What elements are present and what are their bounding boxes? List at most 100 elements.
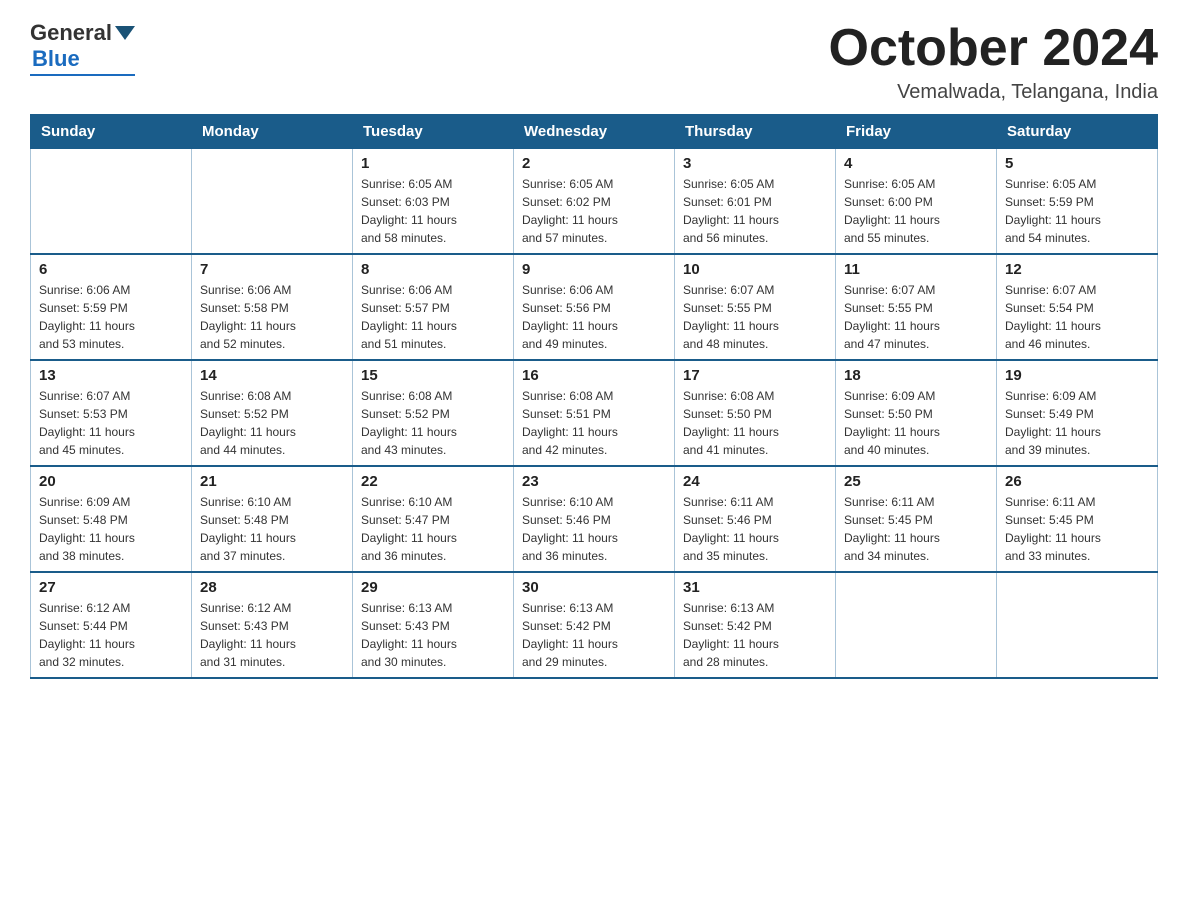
day-info: Sunrise: 6:06 AMSunset: 5:58 PMDaylight:… bbox=[200, 281, 344, 353]
day-number: 1 bbox=[361, 155, 505, 172]
calendar-cell: 14 Sunrise: 6:08 AMSunset: 5:52 PMDayligh… bbox=[192, 360, 353, 466]
calendar-cell: 18 Sunrise: 6:09 AMSunset: 5:50 PMDayligh… bbox=[836, 360, 997, 466]
day-number: 6 bbox=[39, 261, 183, 278]
calendar-cell: 7 Sunrise: 6:06 AMSunset: 5:58 PMDaylight… bbox=[192, 254, 353, 360]
logo-blue-text: Blue bbox=[32, 46, 80, 72]
calendar-body: 1 Sunrise: 6:05 AMSunset: 6:03 PMDaylight… bbox=[31, 149, 1158, 679]
calendar-cell: 27Sunrise: 6:12 AMSunset: 5:44 PMDayligh… bbox=[31, 572, 192, 678]
calendar-cell: 25 Sunrise: 6:11 AMSunset: 5:45 PMDayligh… bbox=[836, 466, 997, 572]
calendar-cell bbox=[836, 572, 997, 678]
day-number: 20 bbox=[39, 473, 183, 490]
day-number: 18 bbox=[844, 367, 988, 384]
day-number: 3 bbox=[683, 155, 827, 172]
day-info: Sunrise: 6:10 AMSunset: 5:46 PMDaylight:… bbox=[522, 493, 666, 565]
day-number: 16 bbox=[522, 367, 666, 384]
day-info: Sunrise: 6:07 AMSunset: 5:54 PMDaylight:… bbox=[1005, 281, 1149, 353]
day-number: 21 bbox=[200, 473, 344, 490]
day-number: 19 bbox=[1005, 367, 1149, 384]
day-of-week-thursday: Thursday bbox=[675, 115, 836, 149]
day-info: Sunrise: 6:13 AMSunset: 5:43 PMDaylight:… bbox=[361, 599, 505, 671]
day-info: Sunrise: 6:08 AMSunset: 5:52 PMDaylight:… bbox=[200, 387, 344, 459]
calendar-week-2: 6 Sunrise: 6:06 AMSunset: 5:59 PMDaylight… bbox=[31, 254, 1158, 360]
day-of-week-friday: Friday bbox=[836, 115, 997, 149]
day-info: Sunrise: 6:08 AMSunset: 5:52 PMDaylight:… bbox=[361, 387, 505, 459]
day-number: 4 bbox=[844, 155, 988, 172]
calendar-cell bbox=[31, 149, 192, 255]
day-number: 29 bbox=[361, 579, 505, 596]
day-info: Sunrise: 6:05 AMSunset: 5:59 PMDaylight:… bbox=[1005, 175, 1149, 247]
page-header: General Blue October 2024 Vemalwada, Tel… bbox=[30, 20, 1158, 104]
day-number: 12 bbox=[1005, 261, 1149, 278]
calendar-cell: 9Sunrise: 6:06 AMSunset: 5:56 PMDaylight… bbox=[514, 254, 675, 360]
day-info: Sunrise: 6:11 AMSunset: 5:45 PMDaylight:… bbox=[1005, 493, 1149, 565]
day-of-week-wednesday: Wednesday bbox=[514, 115, 675, 149]
day-number: 25 bbox=[844, 473, 988, 490]
day-number: 17 bbox=[683, 367, 827, 384]
calendar-cell: 29 Sunrise: 6:13 AMSunset: 5:43 PMDayligh… bbox=[353, 572, 514, 678]
calendar-cell: 15 Sunrise: 6:08 AMSunset: 5:52 PMDayligh… bbox=[353, 360, 514, 466]
day-info: Sunrise: 6:10 AMSunset: 5:48 PMDaylight:… bbox=[200, 493, 344, 565]
days-of-week-row: SundayMondayTuesdayWednesdayThursdayFrid… bbox=[31, 115, 1158, 149]
calendar-cell: 6 Sunrise: 6:06 AMSunset: 5:59 PMDaylight… bbox=[31, 254, 192, 360]
calendar-cell: 10 Sunrise: 6:07 AMSunset: 5:55 PMDayligh… bbox=[675, 254, 836, 360]
day-info: Sunrise: 6:12 AMSunset: 5:44 PMDaylight:… bbox=[39, 599, 183, 671]
day-number: 10 bbox=[683, 261, 827, 278]
day-info: Sunrise: 6:13 AMSunset: 5:42 PMDaylight:… bbox=[683, 599, 827, 671]
calendar-cell: 3 Sunrise: 6:05 AMSunset: 6:01 PMDaylight… bbox=[675, 149, 836, 255]
day-info: Sunrise: 6:07 AMSunset: 5:53 PMDaylight:… bbox=[39, 387, 183, 459]
day-info: Sunrise: 6:06 AMSunset: 5:59 PMDaylight:… bbox=[39, 281, 183, 353]
calendar-cell: 28Sunrise: 6:12 AMSunset: 5:43 PMDayligh… bbox=[192, 572, 353, 678]
day-number: 14 bbox=[200, 367, 344, 384]
calendar-cell: 13 Sunrise: 6:07 AMSunset: 5:53 PMDayligh… bbox=[31, 360, 192, 466]
title-block: October 2024 Vemalwada, Telangana, India bbox=[829, 20, 1159, 104]
day-info: Sunrise: 6:06 AMSunset: 5:57 PMDaylight:… bbox=[361, 281, 505, 353]
day-info: Sunrise: 6:09 AMSunset: 5:49 PMDaylight:… bbox=[1005, 387, 1149, 459]
calendar-cell: 4 Sunrise: 6:05 AMSunset: 6:00 PMDaylight… bbox=[836, 149, 997, 255]
calendar-cell: 20Sunrise: 6:09 AMSunset: 5:48 PMDayligh… bbox=[31, 466, 192, 572]
day-number: 28 bbox=[200, 579, 344, 596]
calendar-cell: 31 Sunrise: 6:13 AMSunset: 5:42 PMDayligh… bbox=[675, 572, 836, 678]
calendar-cell: 30 Sunrise: 6:13 AMSunset: 5:42 PMDayligh… bbox=[514, 572, 675, 678]
day-number: 30 bbox=[522, 579, 666, 596]
day-of-week-saturday: Saturday bbox=[997, 115, 1158, 149]
location-subtitle: Vemalwada, Telangana, India bbox=[829, 81, 1159, 104]
day-number: 2 bbox=[522, 155, 666, 172]
calendar-cell: 2 Sunrise: 6:05 AMSunset: 6:02 PMDaylight… bbox=[514, 149, 675, 255]
calendar-cell: 1 Sunrise: 6:05 AMSunset: 6:03 PMDaylight… bbox=[353, 149, 514, 255]
day-of-week-monday: Monday bbox=[192, 115, 353, 149]
day-info: Sunrise: 6:10 AMSunset: 5:47 PMDaylight:… bbox=[361, 493, 505, 565]
calendar-week-4: 20Sunrise: 6:09 AMSunset: 5:48 PMDayligh… bbox=[31, 466, 1158, 572]
day-info: Sunrise: 6:11 AMSunset: 5:45 PMDaylight:… bbox=[844, 493, 988, 565]
day-number: 31 bbox=[683, 579, 827, 596]
calendar-cell: 26Sunrise: 6:11 AMSunset: 5:45 PMDayligh… bbox=[997, 466, 1158, 572]
calendar-week-3: 13 Sunrise: 6:07 AMSunset: 5:53 PMDayligh… bbox=[31, 360, 1158, 466]
calendar-table: SundayMondayTuesdayWednesdayThursdayFrid… bbox=[30, 114, 1158, 679]
calendar-cell: 22Sunrise: 6:10 AMSunset: 5:47 PMDayligh… bbox=[353, 466, 514, 572]
day-info: Sunrise: 6:05 AMSunset: 6:01 PMDaylight:… bbox=[683, 175, 827, 247]
day-info: Sunrise: 6:05 AMSunset: 6:03 PMDaylight:… bbox=[361, 175, 505, 247]
day-info: Sunrise: 6:07 AMSunset: 5:55 PMDaylight:… bbox=[683, 281, 827, 353]
calendar-cell: 11 Sunrise: 6:07 AMSunset: 5:55 PMDayligh… bbox=[836, 254, 997, 360]
day-info: Sunrise: 6:07 AMSunset: 5:55 PMDaylight:… bbox=[844, 281, 988, 353]
calendar-cell: 8Sunrise: 6:06 AMSunset: 5:57 PMDaylight… bbox=[353, 254, 514, 360]
day-info: Sunrise: 6:05 AMSunset: 6:00 PMDaylight:… bbox=[844, 175, 988, 247]
day-info: Sunrise: 6:13 AMSunset: 5:42 PMDaylight:… bbox=[522, 599, 666, 671]
day-info: Sunrise: 6:06 AMSunset: 5:56 PMDaylight:… bbox=[522, 281, 666, 353]
day-info: Sunrise: 6:08 AMSunset: 5:50 PMDaylight:… bbox=[683, 387, 827, 459]
calendar-cell bbox=[192, 149, 353, 255]
day-number: 13 bbox=[39, 367, 183, 384]
calendar-cell: 23 Sunrise: 6:10 AMSunset: 5:46 PMDayligh… bbox=[514, 466, 675, 572]
day-info: Sunrise: 6:05 AMSunset: 6:02 PMDaylight:… bbox=[522, 175, 666, 247]
calendar-cell: 19 Sunrise: 6:09 AMSunset: 5:49 PMDayligh… bbox=[997, 360, 1158, 466]
day-number: 15 bbox=[361, 367, 505, 384]
calendar-week-5: 27Sunrise: 6:12 AMSunset: 5:44 PMDayligh… bbox=[31, 572, 1158, 678]
calendar-cell: 21 Sunrise: 6:10 AMSunset: 5:48 PMDayligh… bbox=[192, 466, 353, 572]
day-number: 7 bbox=[200, 261, 344, 278]
logo-underline bbox=[30, 74, 135, 76]
day-number: 23 bbox=[522, 473, 666, 490]
calendar-cell: 5Sunrise: 6:05 AMSunset: 5:59 PMDaylight… bbox=[997, 149, 1158, 255]
day-number: 11 bbox=[844, 261, 988, 278]
day-info: Sunrise: 6:11 AMSunset: 5:46 PMDaylight:… bbox=[683, 493, 827, 565]
calendar-cell: 16Sunrise: 6:08 AMSunset: 5:51 PMDayligh… bbox=[514, 360, 675, 466]
day-info: Sunrise: 6:09 AMSunset: 5:50 PMDaylight:… bbox=[844, 387, 988, 459]
